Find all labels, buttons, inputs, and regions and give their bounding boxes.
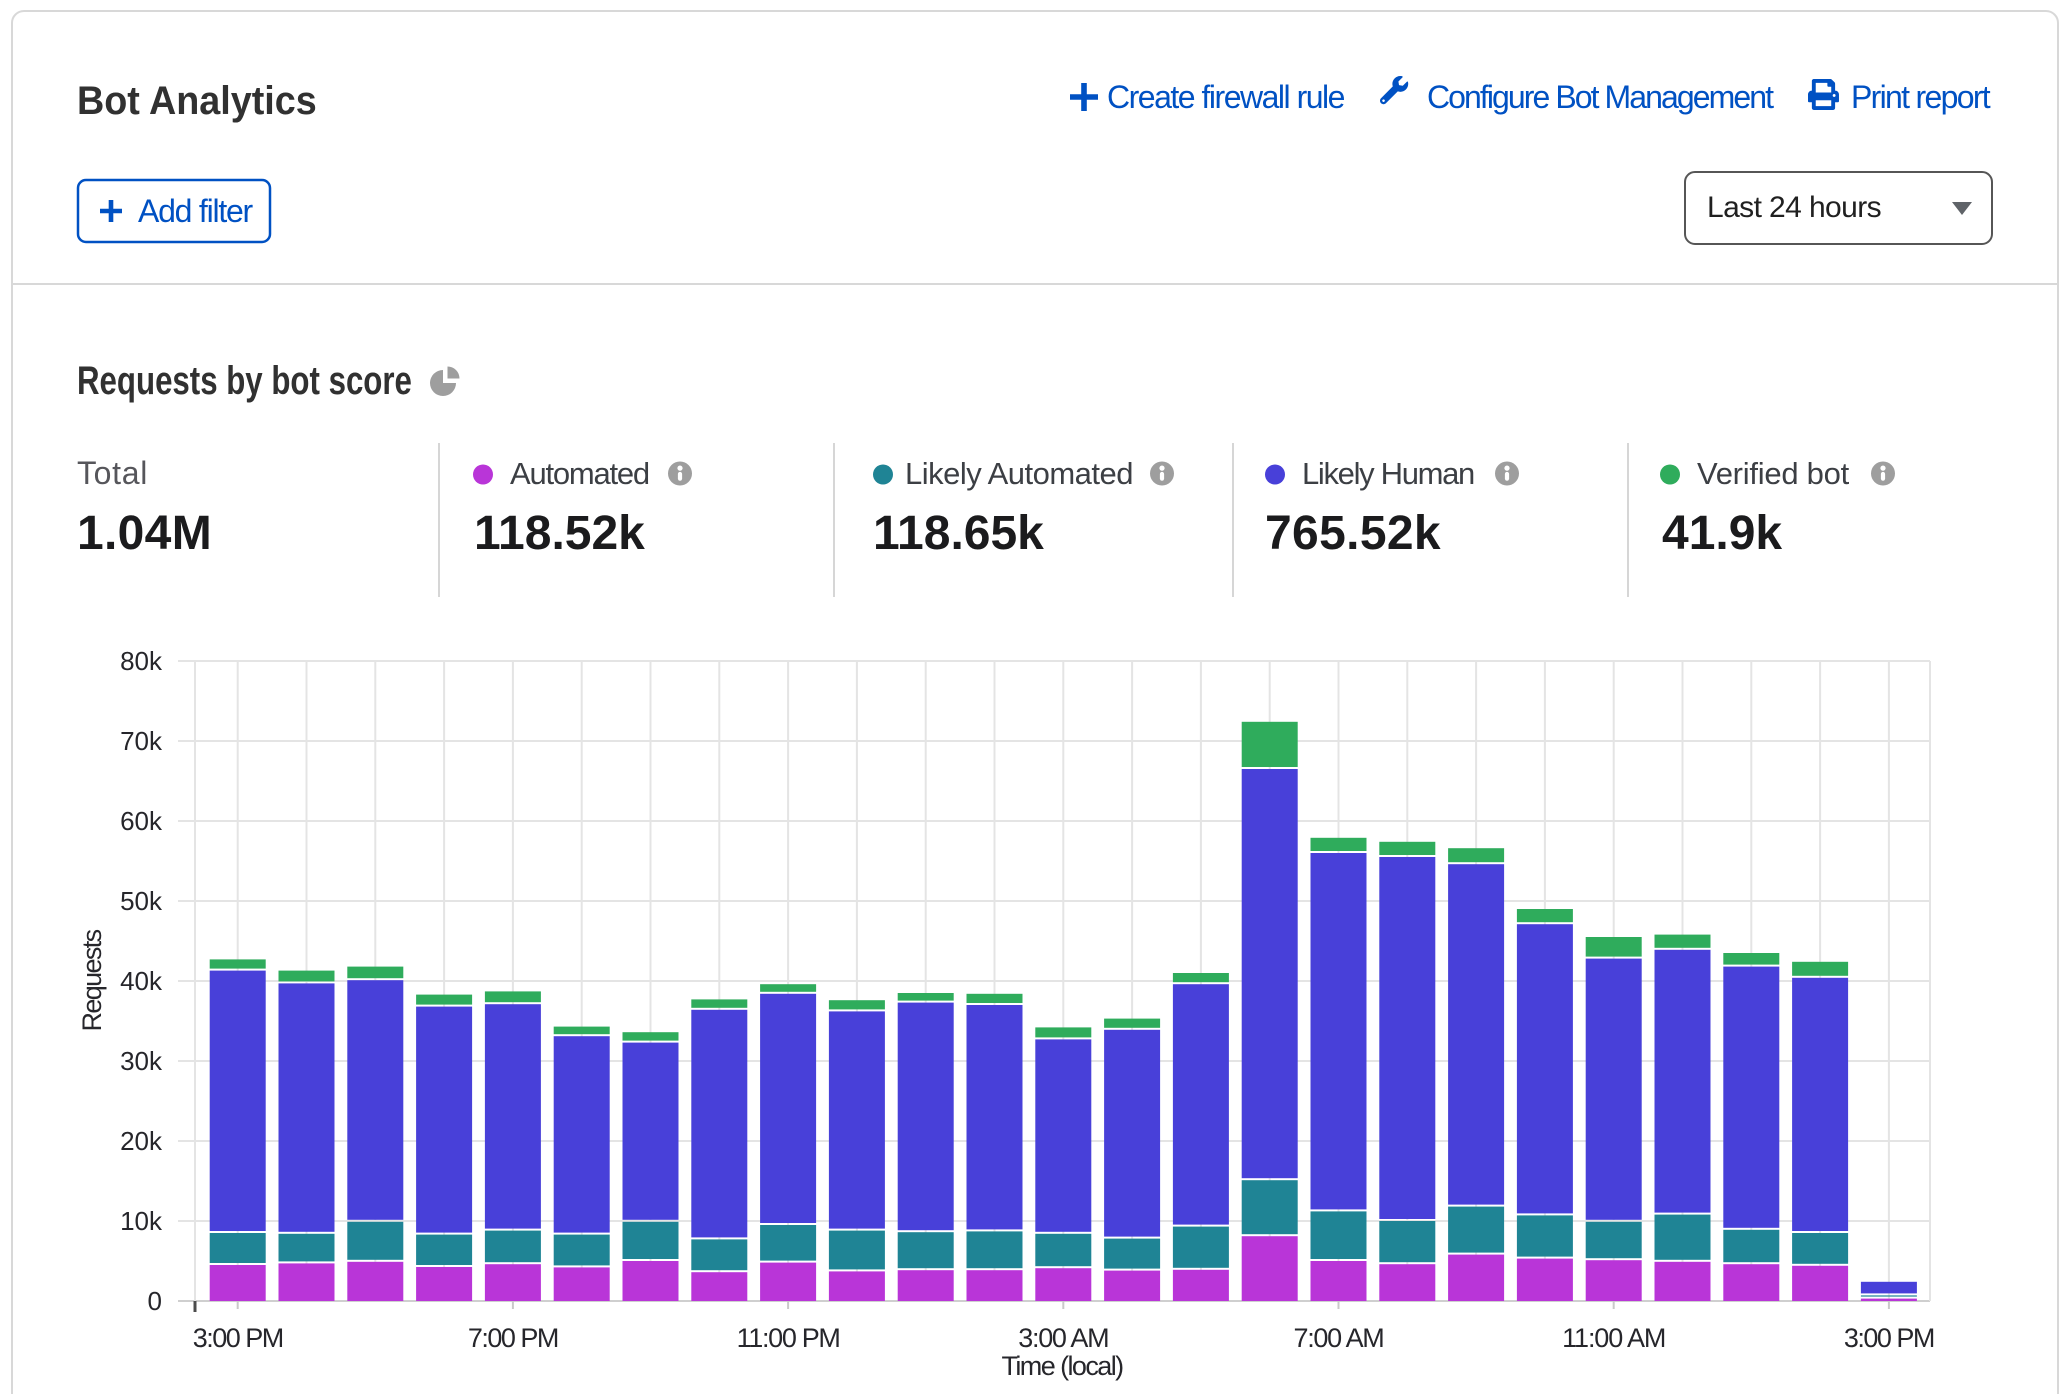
svg-text:118.65k: 118.65k (873, 507, 1044, 560)
svg-text:Likely Automated: Likely Automated (905, 456, 1133, 491)
svg-text:0: 0 (148, 1286, 162, 1316)
svg-text:Likely Human: Likely Human (1302, 456, 1474, 491)
svg-text:Verified bot: Verified bot (1697, 456, 1850, 491)
svg-text:11:00 AM: 11:00 AM (1562, 1323, 1665, 1353)
svg-text:11:00 PM: 11:00 PM (737, 1323, 840, 1353)
svg-text:10k: 10k (120, 1206, 163, 1236)
svg-text:3:00 PM: 3:00 PM (1844, 1323, 1934, 1353)
svg-text:20k: 20k (120, 1126, 163, 1156)
svg-text:Add filter: Add filter (138, 193, 254, 229)
svg-text:30k: 30k (120, 1046, 163, 1076)
svg-text:Last 24 hours: Last 24 hours (1707, 191, 1881, 224)
svg-text:80k: 80k (120, 646, 163, 676)
svg-text:Automated: Automated (510, 456, 649, 491)
svg-text:Requests by bot score: Requests by bot score (77, 358, 412, 403)
svg-text:Print report: Print report (1851, 79, 1991, 115)
svg-text:Create firewall rule: Create firewall rule (1107, 79, 1345, 115)
svg-text:3:00 AM: 3:00 AM (1018, 1323, 1108, 1353)
svg-text:60k: 60k (120, 806, 163, 836)
svg-text:1.04M: 1.04M (77, 507, 212, 560)
svg-text:Requests: Requests (77, 929, 107, 1031)
svg-text:Time (local): Time (local) (1001, 1351, 1123, 1381)
svg-text:70k: 70k (120, 726, 163, 756)
svg-text:41.9k: 41.9k (1662, 507, 1782, 560)
svg-text:Bot Analytics: Bot Analytics (77, 79, 317, 123)
svg-text:Configure Bot Management: Configure Bot Management (1427, 79, 1774, 115)
svg-text:118.52k: 118.52k (474, 507, 645, 560)
svg-text:7:00 PM: 7:00 PM (468, 1323, 558, 1353)
svg-text:50k: 50k (120, 886, 163, 916)
svg-text:765.52k: 765.52k (1265, 507, 1441, 560)
svg-text:3:00 PM: 3:00 PM (193, 1323, 283, 1353)
svg-text:7:00 AM: 7:00 AM (1293, 1323, 1383, 1353)
svg-text:Total: Total (77, 455, 148, 491)
svg-text:40k: 40k (120, 966, 163, 996)
